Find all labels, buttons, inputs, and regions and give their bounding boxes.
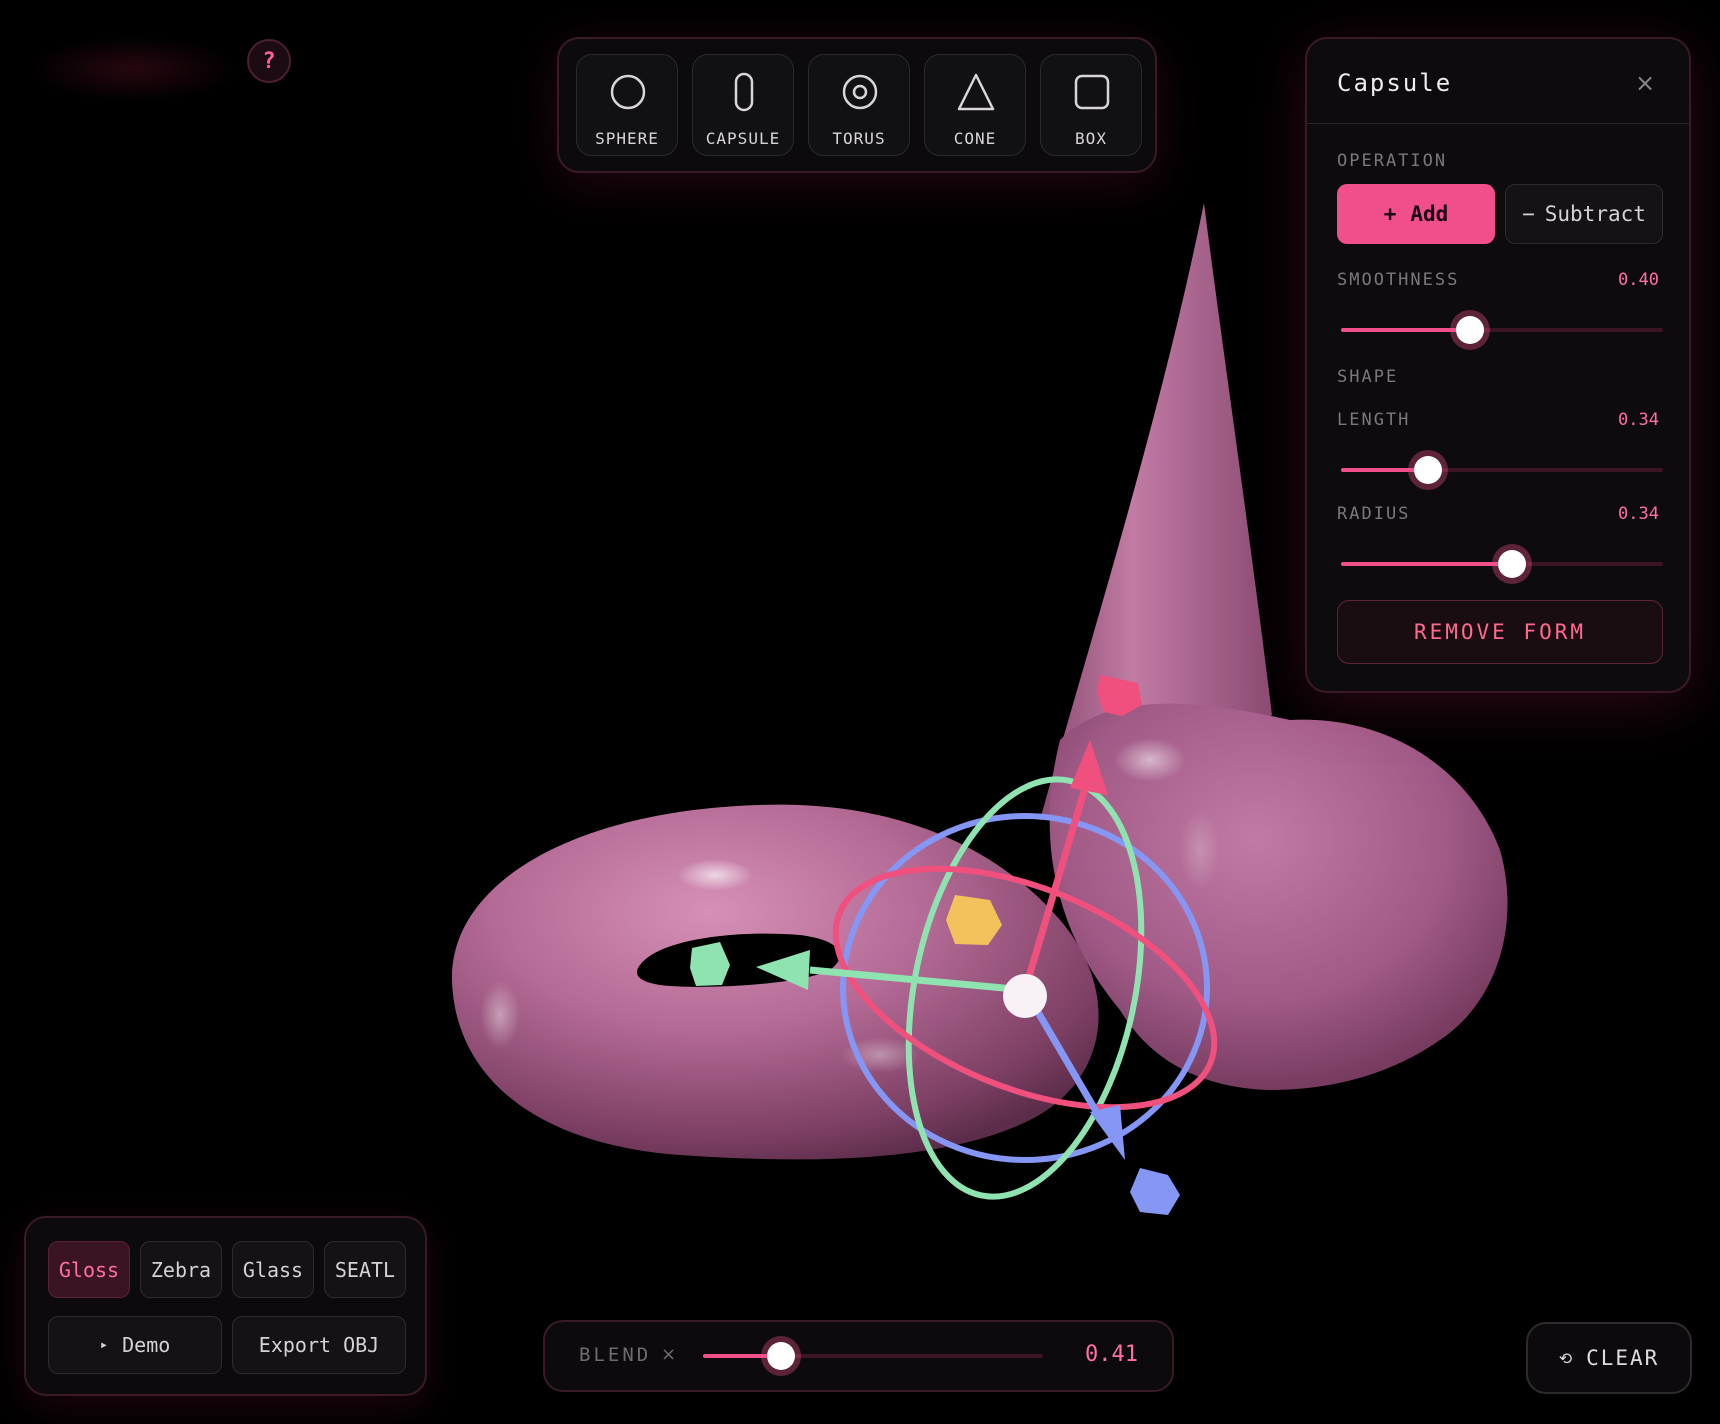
minus-icon: −	[1522, 202, 1535, 226]
smoothness-label: SMOOTHNESS	[1337, 270, 1460, 290]
plus-icon: +	[1383, 202, 1397, 226]
slider-thumb[interactable]	[767, 1342, 796, 1370]
subtract-label: Subtract	[1544, 202, 1646, 226]
tool-capsule[interactable]: CAPSULE	[692, 54, 794, 156]
material-panel: Gloss Zebra Glass SEATL ▸ Demo Export OB…	[24, 1216, 427, 1396]
tool-label: CAPSULE	[705, 129, 781, 148]
subtract-operation-button[interactable]: − Subtract	[1505, 184, 1663, 244]
reset-icon: ⟲	[1558, 1348, 1575, 1368]
add-label: Add	[1410, 202, 1449, 226]
material-gloss[interactable]: Gloss	[48, 1241, 130, 1298]
slider-thumb[interactable]	[1455, 316, 1484, 344]
smoothness-value: 0.40	[1618, 270, 1659, 290]
slider-thumb[interactable]	[1413, 456, 1442, 484]
tool-torus[interactable]: TORUS	[808, 54, 910, 156]
tool-label: SPHERE	[595, 129, 659, 148]
material-seatl[interactable]: SEATL	[324, 1241, 406, 1298]
blend-slider[interactable]	[703, 1341, 1043, 1371]
add-operation-button[interactable]: + Add	[1337, 184, 1495, 244]
remove-form-button[interactable]: REMOVE FORM	[1337, 600, 1663, 664]
torus-shape	[451, 804, 1099, 1160]
shape-label: SHAPE	[1337, 367, 1399, 387]
radius-label: RADIUS	[1337, 504, 1411, 524]
circle-icon	[610, 74, 646, 110]
tool-label: TORUS	[832, 129, 886, 148]
radius-value: 0.34	[1618, 504, 1659, 524]
blend-bar: BLEND × 0.41	[543, 1320, 1174, 1392]
slider-thumb[interactable]	[1497, 550, 1526, 578]
length-value: 0.34	[1618, 410, 1659, 430]
torus-icon	[842, 74, 878, 110]
play-icon: ▸	[99, 1337, 109, 1353]
radius-slider[interactable]	[1341, 549, 1663, 579]
demo-label: Demo	[122, 1333, 171, 1357]
tool-cone[interactable]: CONE	[924, 54, 1026, 156]
blend-value: 0.41	[1085, 1342, 1138, 1367]
square-icon	[1074, 74, 1110, 110]
panel-title: Capsule	[1337, 69, 1453, 97]
form-properties-panel: Capsule × OPERATION + Add − Subtract SMO…	[1305, 37, 1691, 693]
tool-sphere[interactable]: SPHERE	[576, 54, 678, 156]
smoothness-slider[interactable]	[1341, 315, 1663, 345]
export-obj-button[interactable]: Export OBJ	[232, 1316, 406, 1374]
gizmo-handle-green	[690, 942, 730, 986]
material-glass[interactable]: Glass	[232, 1241, 314, 1298]
operation-label: OPERATION	[1337, 151, 1448, 171]
tool-box[interactable]: BOX	[1040, 54, 1142, 156]
clear-button[interactable]: ⟲ CLEAR	[1526, 1322, 1692, 1394]
title-glow	[28, 36, 238, 102]
triangle-icon	[957, 73, 995, 111]
help-button[interactable]: ?	[247, 39, 291, 83]
close-icon[interactable]: ×	[1635, 69, 1655, 97]
shape-toolbar: SPHERE CAPSULE TORUS CONE BOX	[557, 37, 1157, 173]
gizmo-handle-blue	[1130, 1168, 1180, 1215]
material-zebra[interactable]: Zebra	[140, 1241, 222, 1298]
close-icon[interactable]: ×	[661, 1344, 676, 1365]
demo-button[interactable]: ▸ Demo	[48, 1316, 222, 1374]
clear-label: CLEAR	[1586, 1346, 1660, 1370]
tool-label: CONE	[953, 129, 997, 148]
length-slider[interactable]	[1341, 455, 1663, 485]
capsule-icon	[734, 72, 754, 112]
gizmo-center	[1003, 974, 1047, 1018]
tool-label: BOX	[1075, 129, 1107, 148]
length-label: LENGTH	[1337, 410, 1411, 430]
divider	[1307, 123, 1689, 124]
blend-label: BLEND	[579, 1344, 652, 1366]
